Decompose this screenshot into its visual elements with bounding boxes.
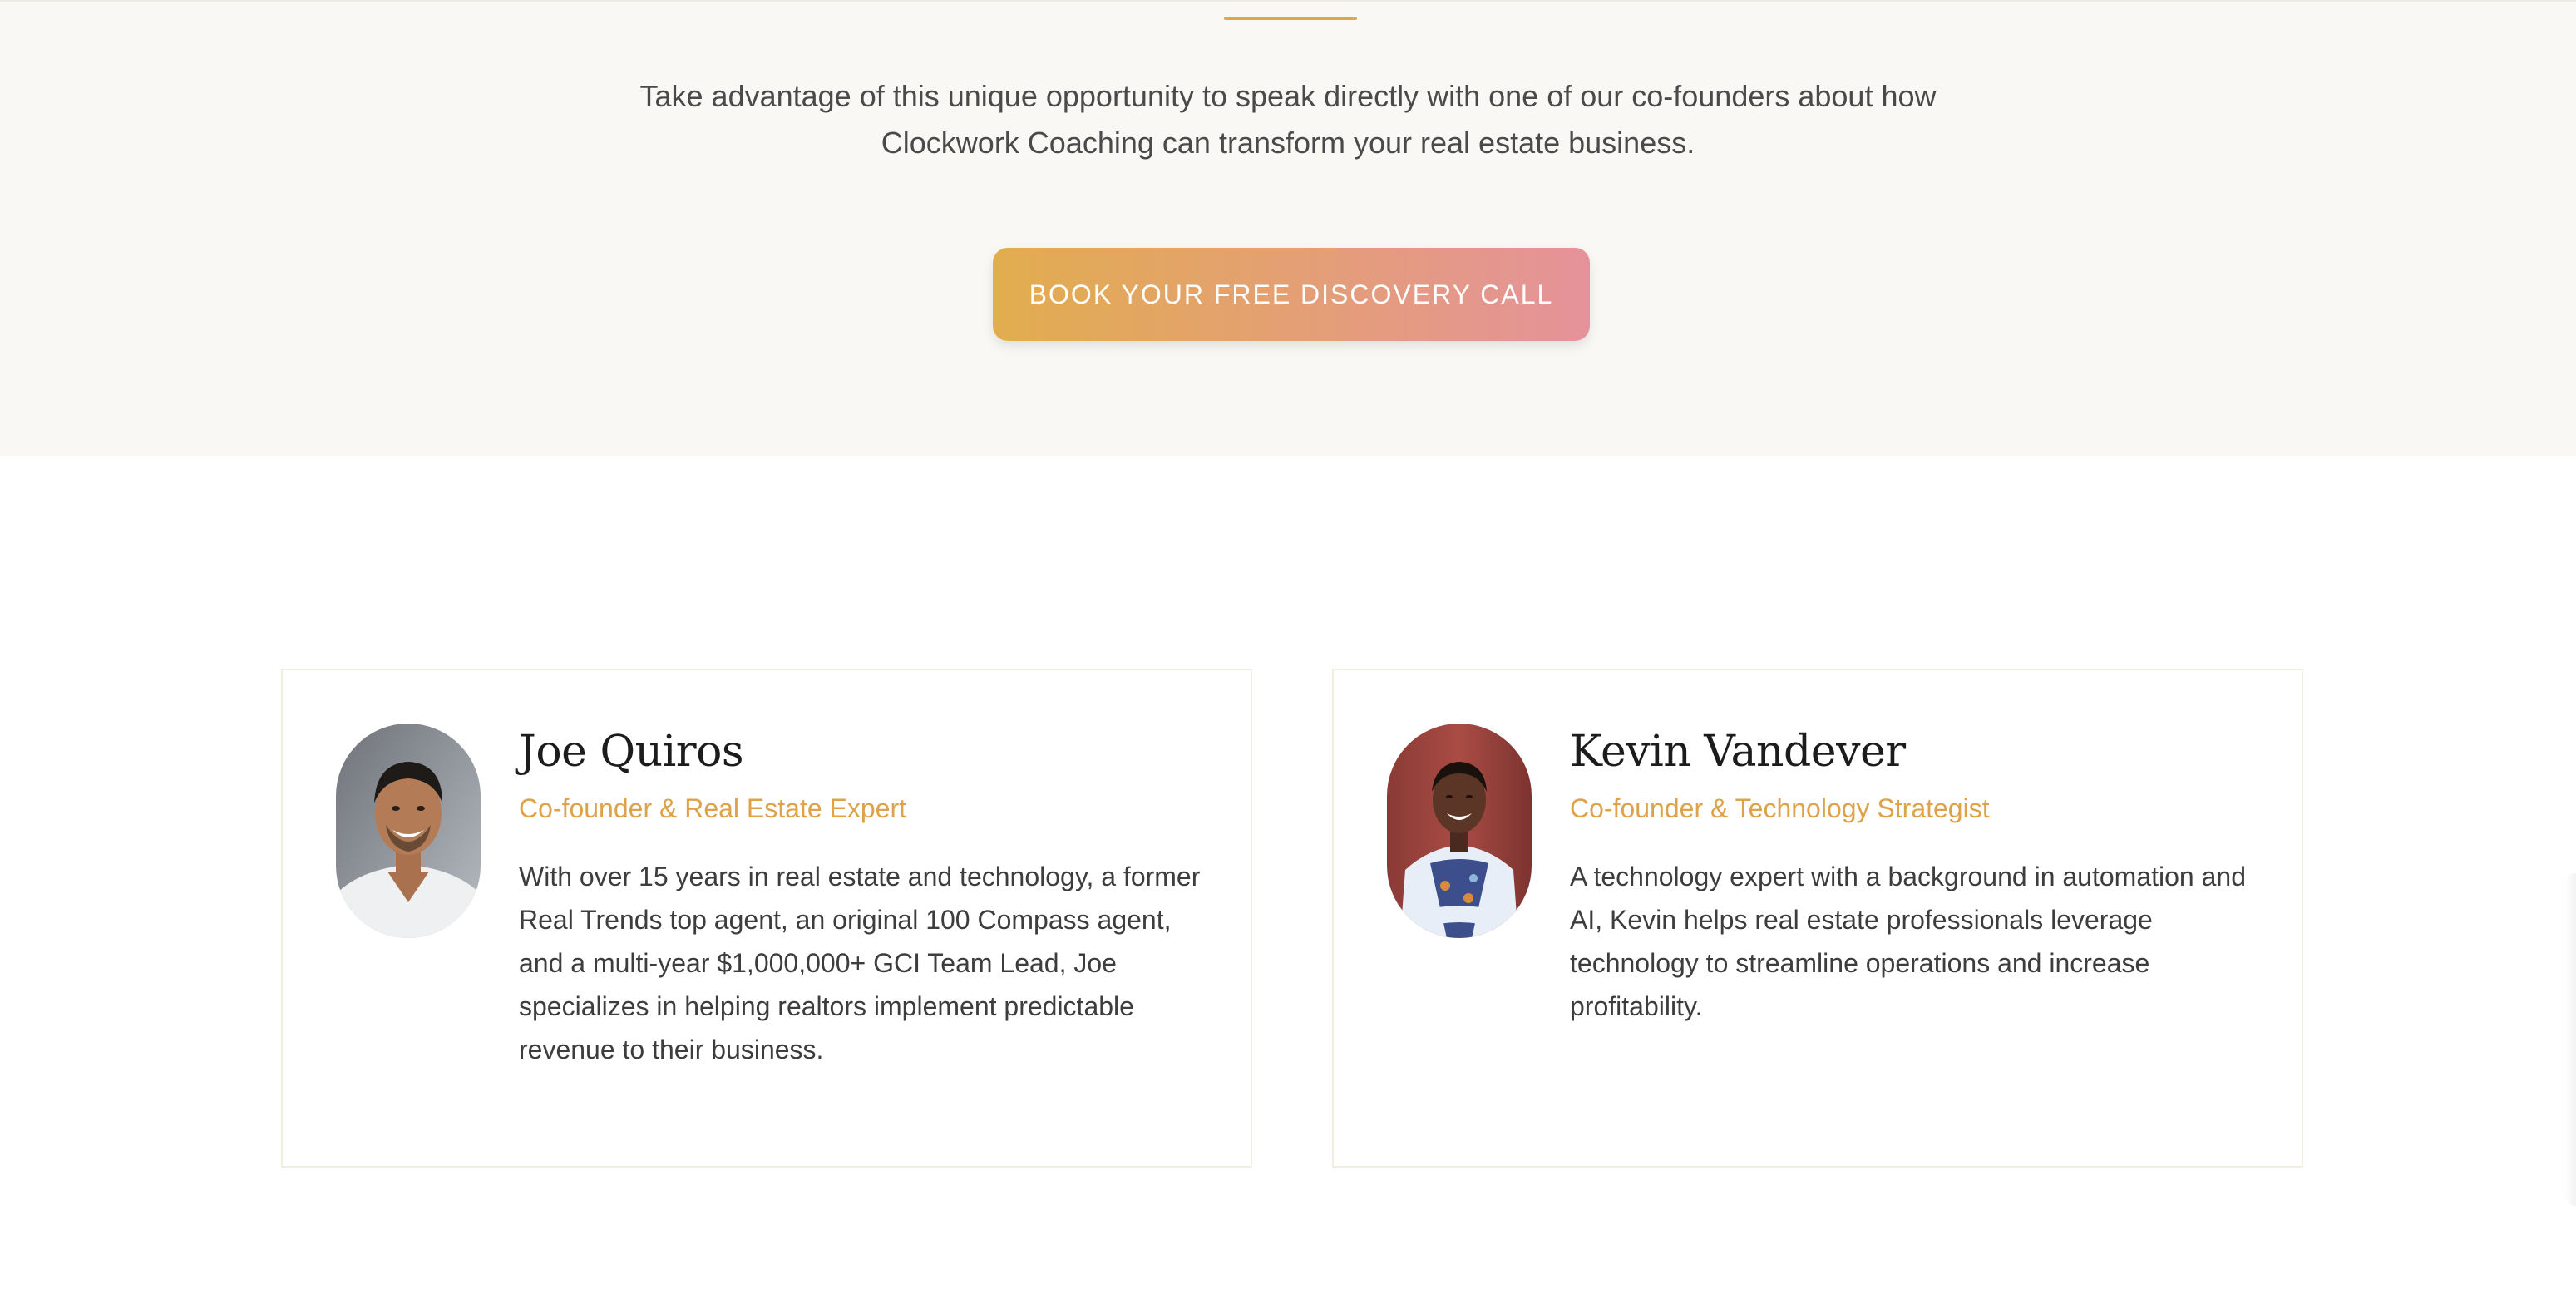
portrait-icon — [1387, 724, 1532, 938]
cta-section: Take advantage of this unique opportunit… — [0, 0, 2576, 456]
founder-info-kevin: Kevin Vandever Co-founder & Technology S… — [1570, 720, 2265, 1028]
intro-text: Take advantage of this unique opportunit… — [623, 73, 1953, 166]
founder-name: Joe Quiros — [519, 727, 744, 777]
founder-role: Co-founder & Technology Strategist — [1570, 793, 1990, 823]
book-discovery-call-button[interactable]: BOOK YOUR FREE DISCOVERY CALL — [993, 248, 1590, 341]
founder-name: Kevin Vandever — [1570, 727, 1906, 777]
founder-bio: With over 15 years in real estate and te… — [519, 862, 1201, 1064]
founder-photo-kevin — [1387, 724, 1532, 938]
founder-role: Co-founder & Real Estate Expert — [519, 793, 907, 823]
founder-card-joe: Joe Quiros Co-founder & Real Estate Expe… — [281, 669, 1252, 1168]
founder-photo-joe — [336, 724, 481, 938]
founder-info-joe: Joe Quiros Co-founder & Real Estate Expe… — [519, 720, 1214, 1071]
intro-line-2: Clockwork Coaching can transform your re… — [881, 126, 1695, 160]
scroll-edge-shadow — [2564, 873, 2576, 1206]
founder-card-kevin: Kevin Vandever Co-founder & Technology S… — [1332, 669, 2303, 1168]
founder-bio: A technology expert with a background in… — [1570, 862, 2246, 1021]
portrait-icon — [336, 724, 481, 938]
intro-line-1: Take advantage of this unique opportunit… — [639, 79, 1937, 113]
section-accent-line — [1224, 17, 1357, 20]
